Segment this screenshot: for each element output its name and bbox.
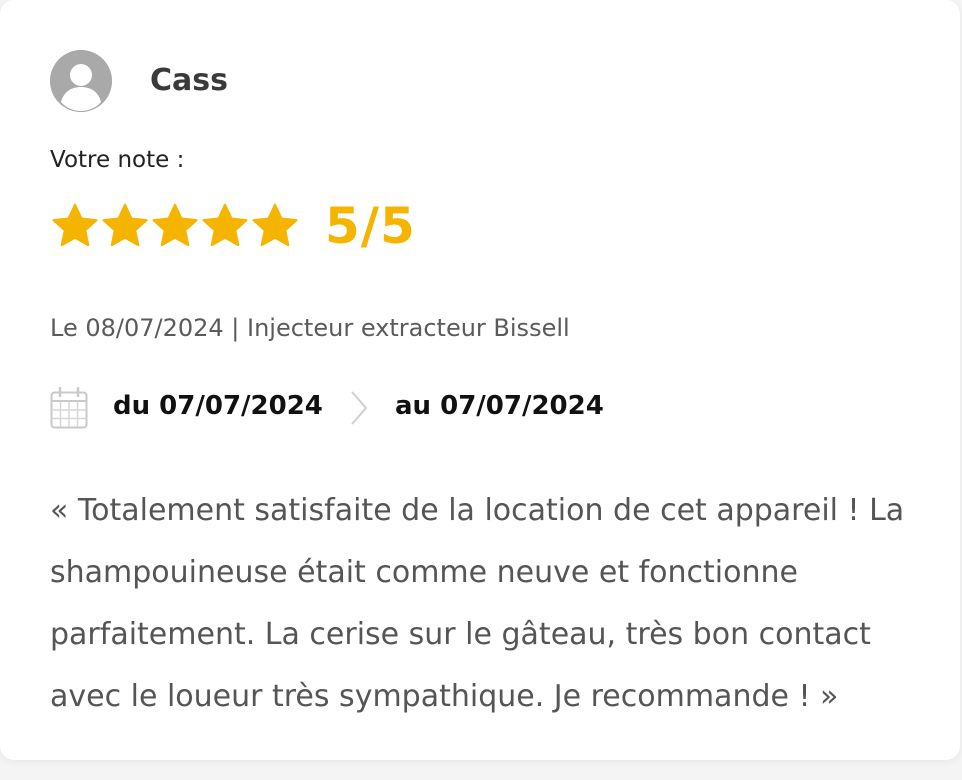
star-icon — [152, 203, 198, 247]
rating-label: Votre note : — [50, 147, 185, 173]
review-text: « Totalement satisfaite de la location d… — [50, 493, 905, 714]
user-placeholder-icon — [50, 50, 112, 112]
rating-score: 5/5 — [325, 197, 416, 255]
star-icon — [202, 203, 248, 247]
star-icon — [102, 203, 148, 247]
review-meta: Le 08/07/2024 | Injecteur extracteur Bis… — [50, 314, 570, 342]
star-rating — [50, 200, 300, 252]
review-card: Cass Votre note : 5/5 Le 08/07/2024 | In… — [0, 0, 960, 760]
date-from: du 07/07/2024 — [113, 391, 323, 421]
reviewer-name: Cass — [150, 63, 228, 98]
star-icon — [252, 203, 298, 247]
date-to: au 07/07/2024 — [395, 391, 604, 421]
calendar-icon — [50, 386, 88, 429]
star-icon — [52, 203, 98, 247]
chevron-right-icon — [348, 388, 370, 428]
